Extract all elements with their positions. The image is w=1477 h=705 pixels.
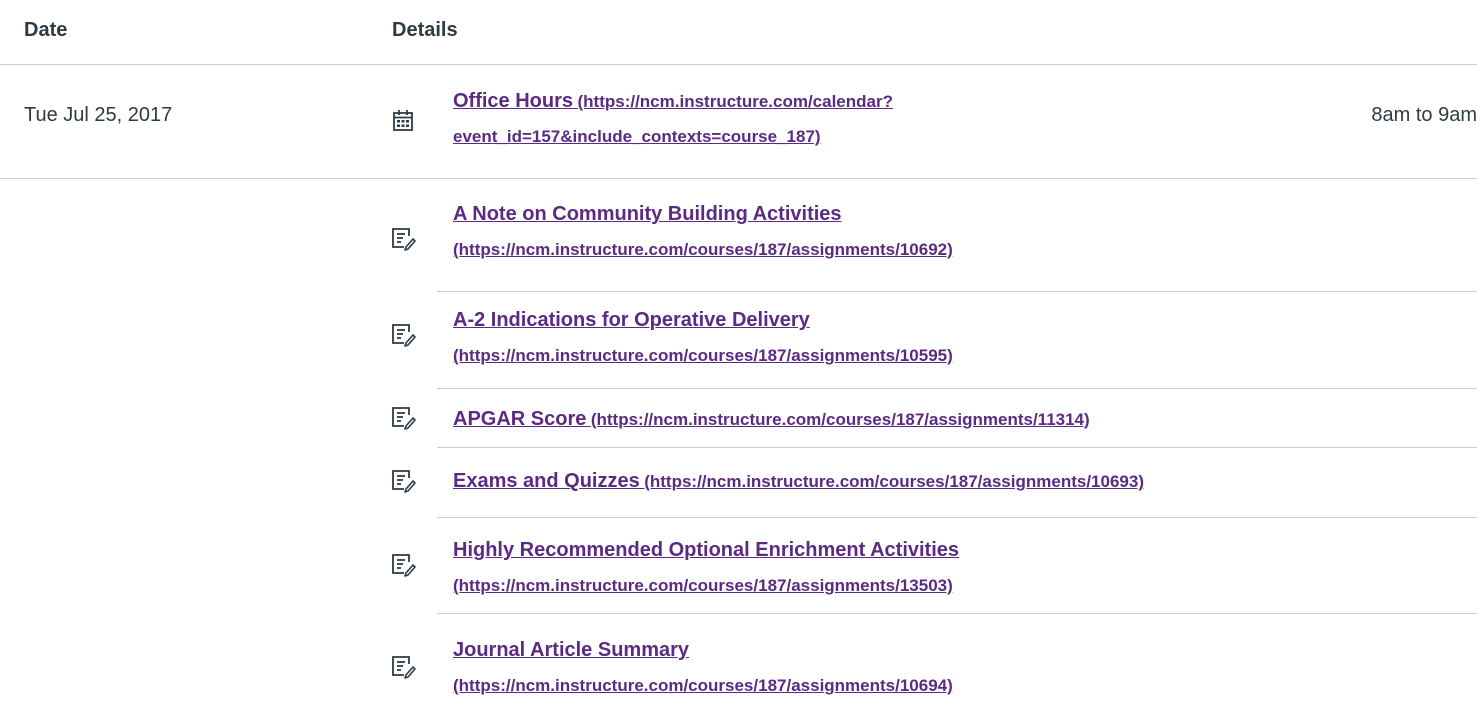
- assignment-icon: [389, 321, 417, 349]
- assignment-url: (https://ncm.instructure.com/courses/187…: [453, 576, 953, 595]
- assignment-title: A-2 Indications for Operative Delivery: [453, 309, 810, 331]
- office-hours-title: Office Hours: [453, 90, 574, 112]
- assignment-link[interactable]: Highly Recommended Optional Enrichment A…: [453, 533, 959, 604]
- assignment-link[interactable]: Exams and Quizzes (https://ncm.instructu…: [453, 464, 1144, 500]
- assignment-icon: [389, 225, 417, 253]
- row-date: Tue Jul 25, 2017: [24, 104, 173, 126]
- assignment-title: APGAR Score: [453, 408, 587, 430]
- assignment-item: Exams and Quizzes (https://ncm.instructu…: [392, 447, 1477, 518]
- assignment-title: Highly Recommended Optional Enrichment A…: [453, 539, 960, 561]
- assignment-url: (https://ncm.instructure.com/courses/187…: [453, 676, 953, 695]
- assignment-item: APGAR Score (https://ncm.instructure.com…: [392, 388, 1477, 448]
- assignment-icon: [389, 467, 417, 495]
- assignment-url: (https://ncm.instructure.com/courses/187…: [453, 240, 953, 259]
- calendar-icon: [389, 106, 417, 134]
- assignment-url: (https://ncm.instructure.com/courses/187…: [590, 410, 1090, 429]
- event-time: 8am to 9am: [1371, 104, 1477, 126]
- assignment-item: Highly Recommended Optional Enrichment A…: [392, 517, 1477, 614]
- office-hours-url-line2: event_id=157&include_contexts=course_187…: [453, 127, 821, 146]
- assignment-item: A Note on Community Building Activities …: [392, 197, 1477, 292]
- event-item-office-hours: Office Hours (https://ncm.instructure.co…: [393, 84, 1477, 178]
- assignment-icon: [389, 404, 417, 432]
- assignment-item: A-2 Indications for Operative Delivery (…: [392, 291, 1477, 389]
- assignment-link[interactable]: A Note on Community Building Activities …: [453, 197, 953, 268]
- assignment-link[interactable]: APGAR Score (https://ncm.instructure.com…: [453, 402, 1090, 438]
- details-column-header: Details: [392, 19, 458, 41]
- assignment-link[interactable]: Journal Article Summary (https://ncm.ins…: [453, 633, 953, 704]
- assignment-icon: [389, 551, 417, 579]
- table-header: Date Details: [0, 0, 1477, 65]
- assignment-link[interactable]: A-2 Indications for Operative Delivery (…: [453, 303, 953, 374]
- assignment-item: Journal Article Summary (https://ncm.ins…: [392, 613, 1477, 705]
- assignment-title: A Note on Community Building Activities: [453, 203, 842, 225]
- assignment-icon: [389, 653, 417, 681]
- assignment-url: (https://ncm.instructure.com/courses/187…: [644, 472, 1144, 491]
- assignment-title: Journal Article Summary: [453, 639, 690, 661]
- assignment-title: Exams and Quizzes: [453, 470, 640, 492]
- row-divider: [0, 178, 1477, 179]
- syllabus-page: Date Details Tue Jul 25, 2017 Office Hou…: [0, 0, 1477, 705]
- office-hours-link[interactable]: Office Hours (https://ncm.instructure.co…: [453, 84, 893, 155]
- office-hours-url-line1: (https://ncm.instructure.com/calendar?: [577, 92, 893, 111]
- assignment-url: (https://ncm.instructure.com/courses/187…: [453, 346, 953, 365]
- date-column-header: Date: [24, 19, 68, 41]
